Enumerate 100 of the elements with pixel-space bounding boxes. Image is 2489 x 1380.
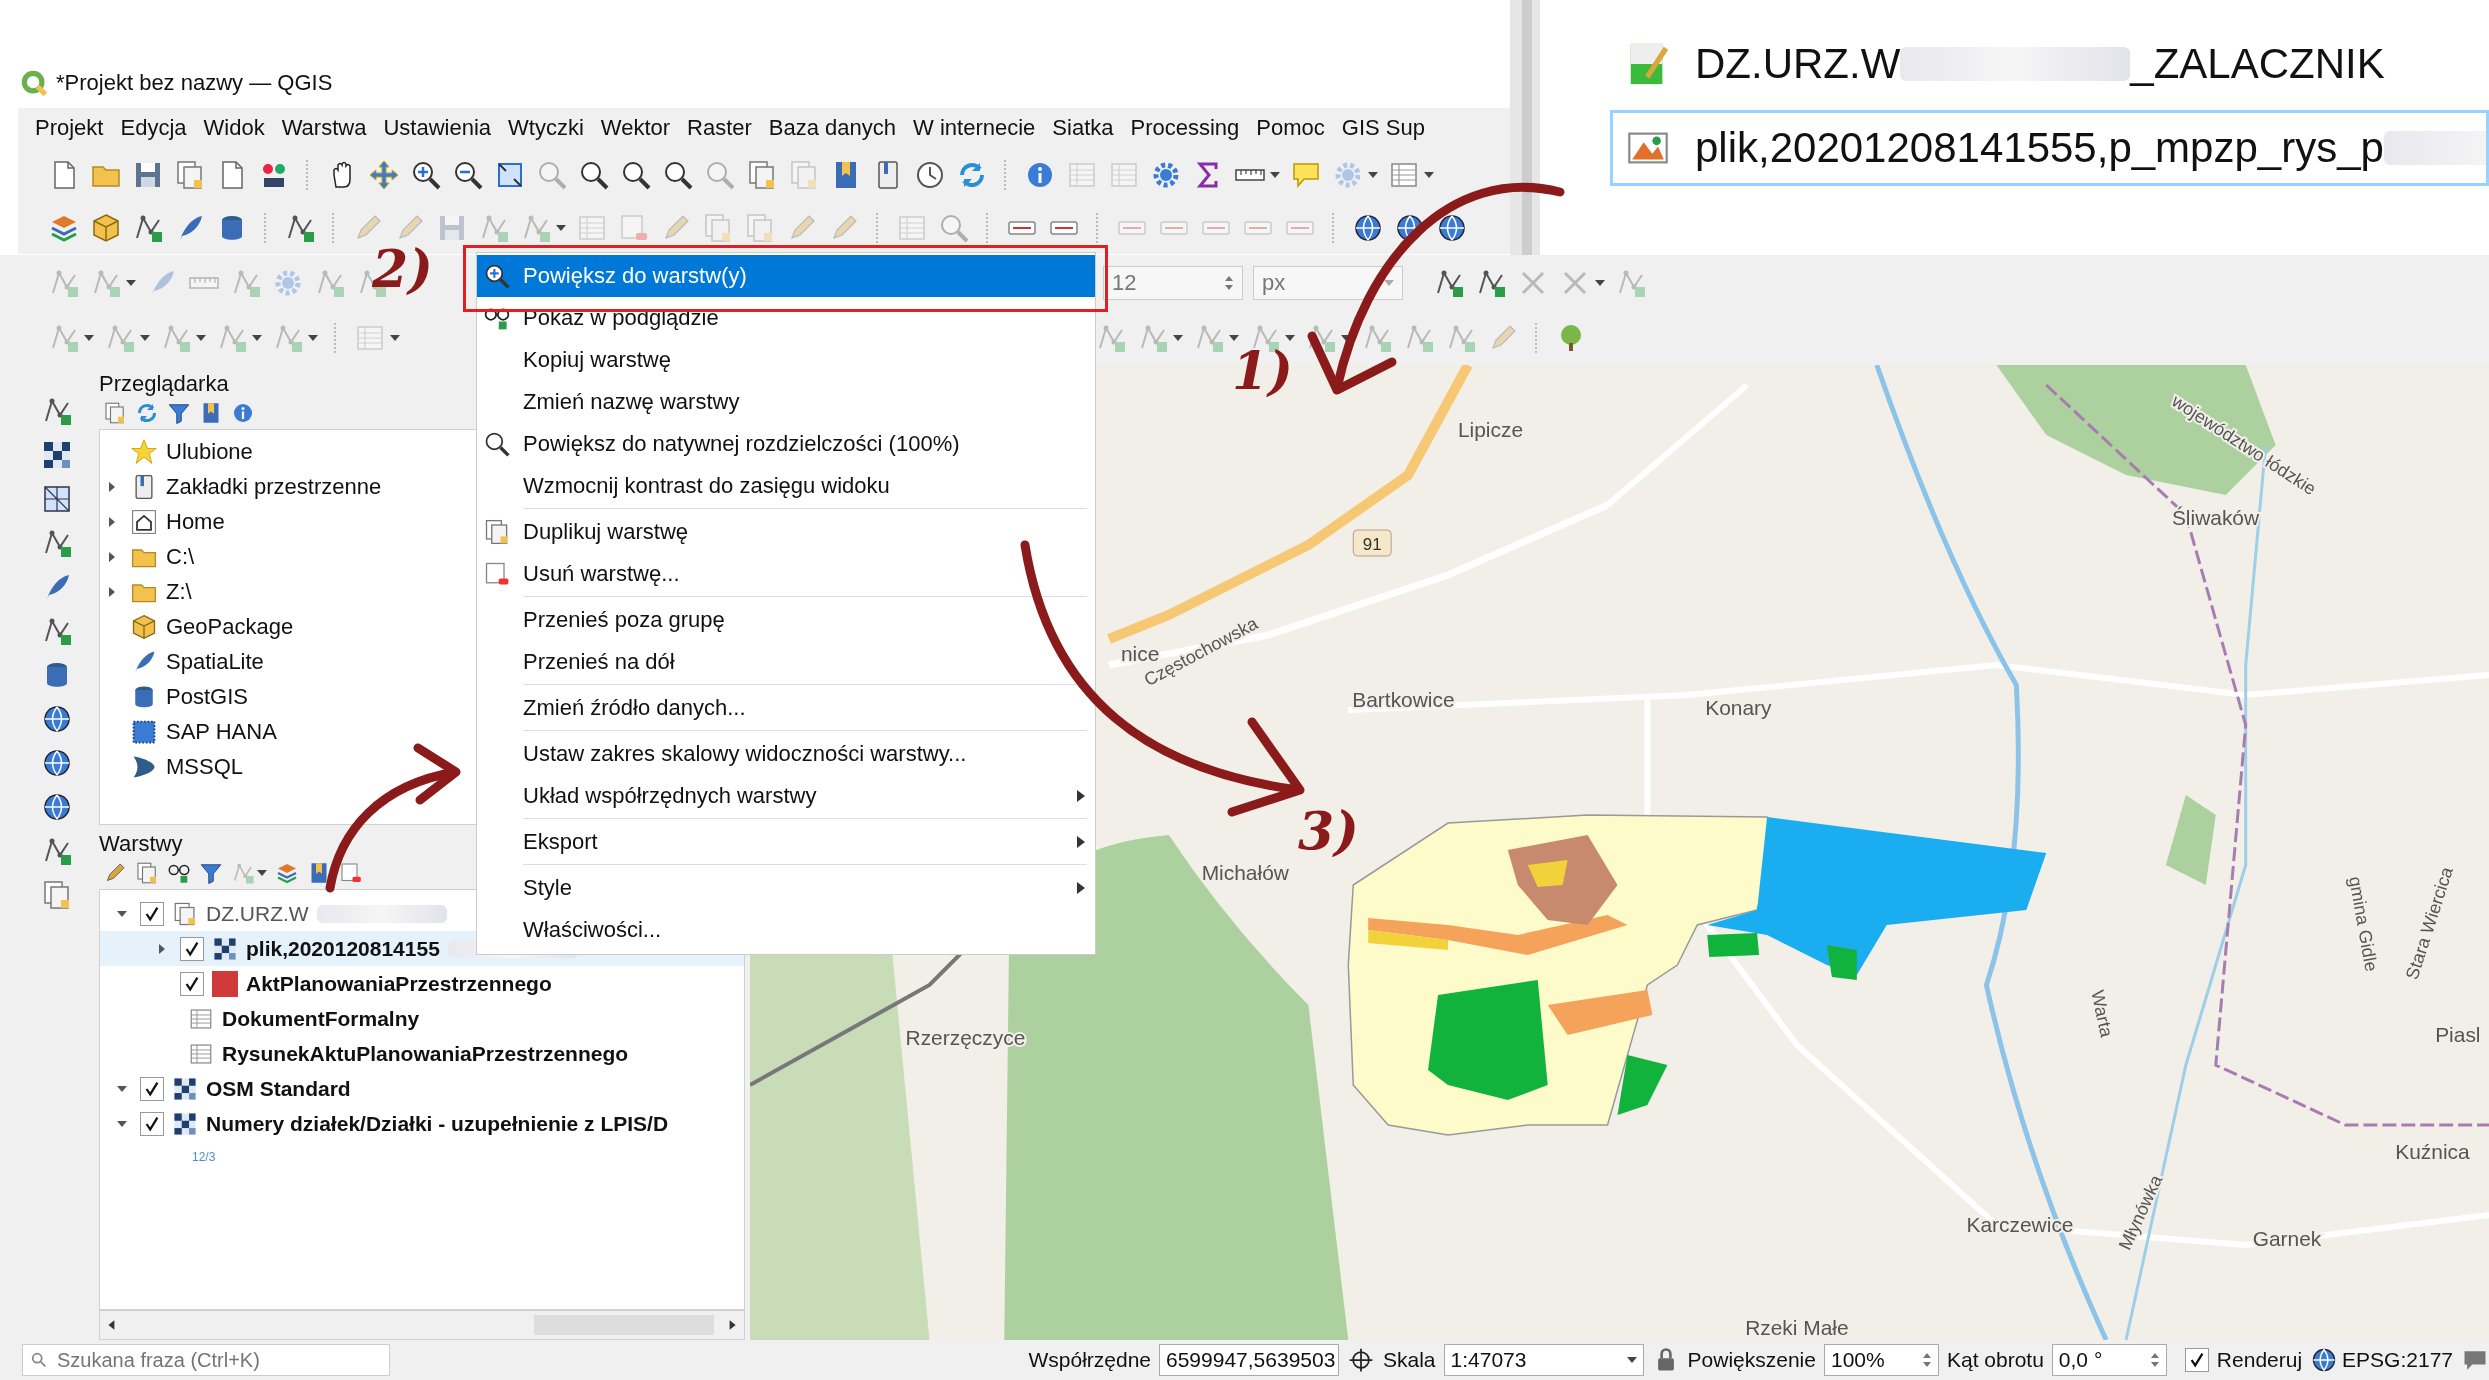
layer-row[interactable]: Numery działek/Działki - uzupełnienie z LPIS/D [100,1106,744,1141]
render-checkbox[interactable] [2184,1348,2209,1372]
road-shield: 91 [1352,529,1392,557]
unit-dropdown[interactable]: px [1253,265,1403,300]
caret-icon[interactable] [1229,334,1239,341]
menu-item[interactable]: Pomoc [1256,115,1325,141]
layer-row[interactable]: OSM Standard [100,1071,744,1106]
search-field[interactable]: Szukana fraza (Ctrl+K) [22,1344,390,1376]
checker-icon [172,1075,198,1102]
caret-icon[interactable] [257,870,267,876]
file-item[interactable]: plik,20201208141555,p_mpzp_rys_p [1610,110,2489,186]
layers-icon[interactable] [275,861,299,885]
menu-item[interactable]: GIS Sup [1341,115,1425,141]
scrollbar[interactable] [1510,0,1540,255]
rotation-field[interactable]: 0,0 ° [2051,1344,2167,1376]
coordinates-field[interactable]: 6599947,5639503 [1159,1344,1339,1376]
legend-label: 12/3 [192,1150,216,1164]
caret-icon[interactable] [196,334,206,341]
caret-icon[interactable] [1341,334,1351,341]
menu-item[interactable]: Powiększ do warstw(y) [477,255,1095,297]
caret-icon[interactable] [1595,279,1605,286]
place-label: Piasl [2435,1022,2481,1046]
crs-button[interactable]: EPSG:2177 [2310,1346,2453,1374]
layer-row[interactable]: DokumentFormalny [100,1001,744,1036]
horizontal-scrollbar[interactable] [99,1310,745,1340]
layer-checkbox[interactable] [140,1111,164,1136]
panel-title: Przeglądarka [98,370,229,397]
caret-icon[interactable] [1424,171,1434,178]
refresh-icon[interactable] [135,401,159,425]
layer-name: DZ.URZ.W [206,901,309,926]
panel-title: Warstwy [98,830,183,857]
coordinates-label: Współrzędne [1028,1348,1151,1372]
menu-item[interactable]: Warstwa [281,115,367,141]
filter-icon[interactable] [167,401,191,425]
layer-name: OSM Standard [206,1076,351,1101]
expand-arrow-icon[interactable] [107,515,117,528]
copy-icon [172,900,198,927]
caret-icon[interactable] [556,224,566,231]
caret-icon[interactable] [1173,334,1183,341]
checkmark-icon [143,1114,161,1133]
rotation-label: Kąt obrotu [1946,1348,2044,1372]
crosshair-icon[interactable] [1347,1346,1375,1374]
file-name: _ZALACZNIK [2130,40,2385,88]
caret-icon[interactable] [84,334,94,341]
remove-icon[interactable] [339,861,363,885]
caret-icon[interactable] [308,334,318,341]
file-name: DZ.URZ.W [1695,40,1901,88]
layer-checkbox[interactable] [180,971,204,996]
menu-item[interactable]: W internecie [913,115,1036,141]
caret-icon[interactable] [126,279,136,286]
menu-item[interactable]: Widok [203,115,265,141]
caret-icon[interactable] [390,334,400,341]
cube-icon[interactable] [90,211,122,244]
menu-item[interactable]: Raster [687,115,752,141]
menu-item[interactable]: Ustawienia [383,115,491,141]
menu-item[interactable]: Wtyczki [508,115,584,141]
remove-icon [483,560,511,588]
spin-arrows-icon[interactable] [1921,1352,1932,1368]
scale-dropdown[interactable]: 1:47073 [1443,1344,1644,1376]
move-icon[interactable] [368,158,400,191]
place-label: Lipicze [1457,417,1524,441]
filter-icon[interactable] [199,861,223,885]
expand-arrow-icon[interactable] [107,480,117,493]
expand-arrow-icon[interactable] [157,942,167,955]
menu-item[interactable]: Siatka [1052,115,1114,141]
layer-checkbox[interactable] [180,936,204,961]
menu-item[interactable]: Wektor [600,115,671,141]
copy-icon[interactable] [135,861,159,885]
checkmark-icon [183,974,201,993]
scale-label: Skala [1383,1348,1436,1372]
zoom-in-icon [483,262,511,290]
layer-checkbox[interactable] [140,901,164,926]
expand-arrow-icon[interactable] [107,550,117,563]
size-field[interactable]: 12 [1103,265,1243,300]
menu-item[interactable]: Edycja [120,115,187,141]
info-icon[interactable] [231,401,255,425]
layer-name: AktPlanowaniaPrzestrzennego [246,971,552,996]
menu-item[interactable]: Baza danych [768,115,897,141]
menu-item[interactable]: Processing [1130,115,1240,141]
spin-arrows-icon[interactable] [2149,1352,2160,1368]
caret-icon[interactable] [1270,171,1280,178]
layer-checkbox[interactable] [140,1076,164,1101]
checkmark-icon [143,904,161,923]
search-icon [30,1351,48,1369]
caret-icon[interactable] [1285,334,1295,341]
caret-icon[interactable] [140,334,150,341]
file-item[interactable]: DZ.URZ.W _ZALACZNIK [1610,26,2489,102]
file-name: plik,20201208141555,p_mpzp_rys_p [1695,124,2384,172]
expand-arrow-icon[interactable] [107,585,117,598]
layer-row[interactable]: AktPlanowaniaPrzestrzennego [100,966,744,1001]
layer-row[interactable]: RysunekAktuPlanowaniaPrzestrzennego [100,1036,744,1071]
caret-icon[interactable] [252,334,262,341]
menu-item[interactable]: Projekt [35,115,104,141]
copy-icon[interactable] [103,401,127,425]
caret-icon[interactable] [1368,171,1378,178]
spin-arrows-icon[interactable] [1224,274,1234,291]
render-label: Renderuj [2216,1348,2303,1372]
magnifier-field[interactable]: 100% [1823,1344,1939,1376]
place-label: Bartkowice [1352,687,1455,711]
checker-icon [172,1110,198,1137]
